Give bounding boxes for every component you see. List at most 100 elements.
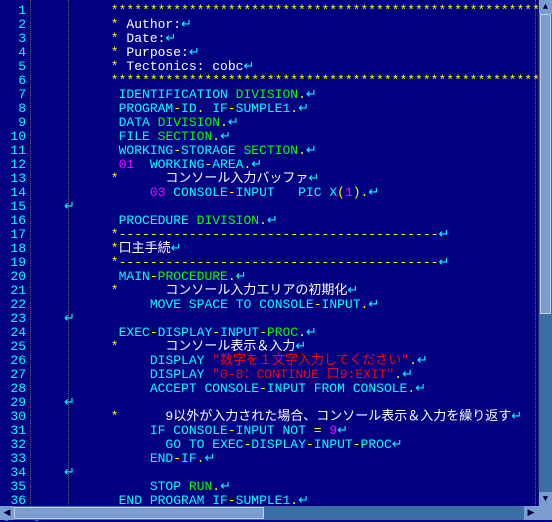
code-token: INPUT xyxy=(236,423,275,438)
code-line[interactable]: ****************************************… xyxy=(64,74,552,88)
line-number: 16 xyxy=(0,214,26,228)
line-number: 31 xyxy=(0,424,26,438)
eol-mark: ↵ xyxy=(392,437,403,452)
eol-mark: ↵ xyxy=(171,241,182,256)
code-token: SECTION xyxy=(243,143,298,158)
code-token: DISPLAY xyxy=(150,353,205,368)
code-line[interactable]: * Tectonics: cobc↵ xyxy=(64,60,552,74)
code-line[interactable]: ↵ xyxy=(64,466,552,480)
code-token: SUMPLE1 xyxy=(236,101,291,116)
vertical-scroll-thumb[interactable] xyxy=(540,14,551,314)
code-token xyxy=(345,381,353,396)
code-line[interactable]: * コンソール入力エリアの初期化↵ xyxy=(64,284,552,298)
code-token: - xyxy=(173,451,181,466)
line-number: 32 xyxy=(0,438,26,452)
code-token: * xyxy=(64,45,119,60)
code-token xyxy=(64,381,150,396)
code-token: - xyxy=(306,437,314,452)
code-line[interactable]: ↵ xyxy=(64,312,552,326)
code-line[interactable]: 01 WORKING-AREA.↵ xyxy=(64,158,552,172)
code-line[interactable]: WORKING-STORAGE SECTION.↵ xyxy=(64,144,552,158)
code-line[interactable]: END-IF.↵ xyxy=(64,452,552,466)
code-token: . xyxy=(212,479,220,494)
code-token xyxy=(64,325,119,340)
code-token: SECTION xyxy=(158,129,213,144)
code-line[interactable]: PROCEDURE DIVISION.↵ xyxy=(64,214,552,228)
code-line[interactable]: *---------------------------------------… xyxy=(64,256,552,270)
code-token: Date: xyxy=(119,31,166,46)
code-token: PROC xyxy=(361,437,392,452)
line-number: 26 xyxy=(0,354,26,368)
code-line[interactable]: * Purpose:↵ xyxy=(64,46,552,60)
code-line[interactable]: ↵ xyxy=(64,396,552,410)
eol-mark: ↵ xyxy=(438,255,449,270)
scroll-up-arrow[interactable]: ▲ xyxy=(539,0,552,14)
code-token: DATA xyxy=(119,115,150,130)
code-line[interactable]: * 9以外が入力された場合、コンソール表示＆入力を繰り返す↵ xyxy=(64,410,552,424)
code-token: CONSOLE xyxy=(353,381,408,396)
code-line[interactable]: ↵ xyxy=(64,200,552,214)
code-token: CONSOLE xyxy=(173,185,228,200)
eol-mark: ↵ xyxy=(308,171,319,186)
code-token: WORKING xyxy=(119,143,174,158)
code-line[interactable]: 03 CONSOLE-INPUT PIC X(1).↵ xyxy=(64,186,552,200)
code-token: 9以外が入力された場合、コンソール表示＆入力を繰り返す xyxy=(119,409,512,424)
code-token: IF xyxy=(150,423,166,438)
scroll-right-arrow[interactable]: ▶ xyxy=(524,506,538,520)
code-token: ----------------------------------------… xyxy=(119,255,439,270)
code-line[interactable]: IF CONSOLE-INPUT NOT = 9↵ xyxy=(64,424,552,438)
code-line[interactable]: GO TO EXEC-DISPLAY-INPUT-PROC↵ xyxy=(64,438,552,452)
horizontal-scrollbar[interactable]: ◀ ▶ xyxy=(0,506,538,520)
code-token: DIVISION xyxy=(158,115,220,130)
code-token: . xyxy=(212,129,220,144)
scroll-left-arrow[interactable]: ◀ xyxy=(0,506,14,520)
code-line[interactable]: * Date:↵ xyxy=(64,32,552,46)
code-line[interactable]: * コンソール入力バッファ↵ xyxy=(64,172,552,186)
code-token: - xyxy=(314,297,322,312)
code-token: ID xyxy=(181,101,197,116)
line-number: 18 xyxy=(0,242,26,256)
code-token xyxy=(150,115,158,130)
line-number: 4 xyxy=(0,46,26,60)
code-token: DISPLAY xyxy=(251,437,306,452)
code-line[interactable]: *---------------------------------------… xyxy=(64,228,552,242)
code-token: TO xyxy=(236,297,252,312)
code-line[interactable]: MOVE SPACE TO CONSOLE-INPUT.↵ xyxy=(64,298,552,312)
code-line[interactable]: *口主手続↵ xyxy=(64,242,552,256)
code-token: . xyxy=(259,213,267,228)
code-token: * xyxy=(64,255,119,270)
code-line[interactable]: PROGRAM-ID. IF-SUMPLE1.↵ xyxy=(64,102,552,116)
code-line[interactable]: IDENTIFICATION DIVISION.↵ xyxy=(64,88,552,102)
vertical-scrollbar[interactable]: ▲ ▼ xyxy=(538,0,552,506)
line-number: 3 xyxy=(0,32,26,46)
scroll-down-arrow[interactable]: ▼ xyxy=(539,492,552,506)
code-token xyxy=(306,381,314,396)
code-token: FROM xyxy=(314,381,345,396)
code-line[interactable]: * Author:↵ xyxy=(64,18,552,32)
line-number: 21 xyxy=(0,284,26,298)
code-line[interactable]: MAIN-PROCEDURE.↵ xyxy=(64,270,552,284)
code-token: WORKING xyxy=(150,157,205,172)
code-line[interactable]: DISPLAY "0-8：CONTINUE 口9:EXIT".↵ xyxy=(64,368,552,382)
code-token: ----------------------------------------… xyxy=(119,227,439,242)
code-token: SPACE xyxy=(189,297,228,312)
code-token: IDENTIFICATION xyxy=(119,87,228,102)
code-line[interactable]: DISPLAY "数字を１文字入力してください".↵ xyxy=(64,354,552,368)
eol-mark: ↵ xyxy=(64,395,75,410)
code-line[interactable]: ACCEPT CONSOLE-INPUT FROM CONSOLE.↵ xyxy=(64,382,552,396)
code-token xyxy=(64,437,165,452)
code-line[interactable]: ****************************************… xyxy=(64,4,552,18)
code-line[interactable]: FILE SECTION.↵ xyxy=(64,130,552,144)
code-token: = xyxy=(314,423,322,438)
code-token: AREA xyxy=(212,157,243,172)
code-line[interactable]: * コンソール表示＆入力↵ xyxy=(64,340,552,354)
code-line[interactable]: EXEC-DISPLAY-INPUT-PROC.↵ xyxy=(64,326,552,340)
eol-mark: ↵ xyxy=(511,409,522,424)
code-line[interactable]: STOP RUN.↵ xyxy=(64,480,552,494)
horizontal-scroll-thumb[interactable] xyxy=(14,507,264,519)
line-number: 28 xyxy=(0,382,26,396)
code-line[interactable]: DATA DIVISION.↵ xyxy=(64,116,552,130)
editor-container: 1234567891011121314151617181920212223242… xyxy=(0,0,552,522)
code-token: CONSOLE xyxy=(173,423,228,438)
code-editor[interactable]: ****************************************… xyxy=(30,0,552,522)
